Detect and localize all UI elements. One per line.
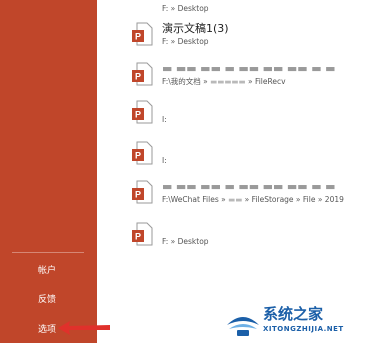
svg-text:P: P [135,110,141,120]
recent-file-item[interactable]: P I: [97,100,381,144]
recent-file-item[interactable]: P ▬ ▬▬ ▬▬ ▬ ▬▬ ▬▬ ▬▬ ▬ ▬ F:\WeChat Files… [97,180,381,224]
powerpoint-file-icon: P [132,222,153,246]
powerpoint-file-icon: P [132,22,153,46]
watermark-subtitle: XITONGZHIJIA.NET [263,325,344,333]
sidebar-item-account[interactable]: 帐户 [38,265,56,277]
powerpoint-file-icon: P [132,141,153,165]
svg-text:P: P [135,232,141,242]
file-path: F: » Desktop [162,37,209,46]
recent-file-item[interactable]: P F: » Desktop [97,222,381,266]
file-path: F:\WeChat Files » ▬▬ » FileStorage » Fil… [162,195,344,204]
svg-text:P: P [135,32,141,42]
file-path: I: [162,115,167,124]
recent-files-list: F: » Desktop P 演示文稿1(3) F: » Desktop P ▬… [97,0,381,343]
svg-text:P: P [135,151,141,161]
file-name: 演示文稿1(3) [162,22,229,35]
file-path: I: [162,156,167,165]
file-path: F:\我的文档 » ▬▬▬▬▬ » FileRecv [162,77,286,86]
sidebar-divider [12,252,84,253]
sidebar-item-options[interactable]: 选项 [38,324,56,336]
sidebar: 帐户 反馈 选项 [0,0,110,343]
file-path: F: » Desktop [162,237,209,246]
watermark-title: 系统之家 [263,305,324,323]
svg-text:P: P [135,190,141,200]
powerpoint-file-icon: P [132,180,153,204]
file-name-blurred: ▬ ▬▬ ▬▬ ▬ ▬▬ ▬▬ ▬▬ ▬ ▬ [162,62,336,75]
sidebar-item-feedback[interactable]: 反馈 [38,294,56,306]
svg-text:P: P [135,72,141,82]
site-watermark: 系统之家 XITONGZHIJIA.NET [225,301,377,341]
watermark-logo-icon [227,317,259,336]
file-name-blurred: ▬ ▬▬ ▬▬ ▬ ▬▬ ▬▬ ▬▬ ▬ ▬ [162,180,336,193]
powerpoint-file-icon: P [132,62,153,86]
powerpoint-file-icon: P [132,100,153,124]
file-path: F: » Desktop [162,4,209,13]
recent-file-item[interactable]: P I: [97,141,381,185]
recent-file-item[interactable]: P 演示文稿1(3) F: » Desktop [97,22,381,66]
